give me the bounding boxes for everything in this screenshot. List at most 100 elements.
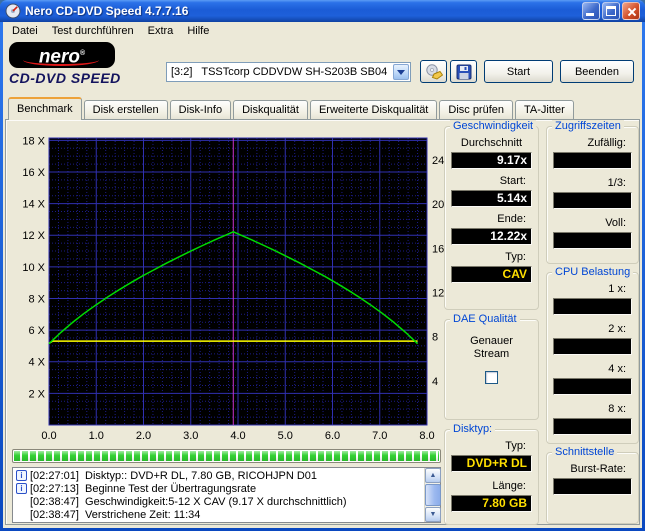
drive-selector-dropdown-button[interactable] [393, 64, 409, 80]
close-button[interactable] [622, 2, 640, 20]
tab-diskqualit-t[interactable]: Diskqualität [233, 100, 308, 119]
tab-erweiterte-diskqualit-t[interactable]: Erweiterte Diskqualität [309, 100, 438, 119]
scroll-up-button[interactable]: ▲ [425, 468, 441, 483]
x-tick: 7.0 [372, 430, 387, 442]
access-row-label: Voll: [605, 217, 626, 229]
tab-strip: Benchmark Disk erstellen Disk-Info Diskqual… [8, 96, 576, 120]
y-right-tick: 16 [432, 243, 444, 255]
speed-group-title: Geschwindigkeit [450, 120, 537, 133]
access-group-title: Zugriffszeiten [552, 120, 624, 133]
app-icon[interactable] [5, 3, 21, 19]
progress-bar [12, 449, 441, 463]
save-button[interactable] [450, 60, 477, 83]
dae-group-title: DAE Qualität [450, 313, 520, 326]
scroll-down-button[interactable]: ▼ [425, 507, 441, 522]
speed-row-value: 12.22x [451, 228, 532, 245]
header: nero® CD-DVD SPEED [3:2] TSSTcorp CDDVDW… [3, 40, 642, 97]
nero-logo: nero® CD-DVD SPEED [9, 42, 161, 86]
y-left-tick: 2 X [28, 388, 45, 400]
y-right-tick: 4 [432, 376, 438, 388]
x-tick: 1.0 [89, 430, 104, 442]
tab-ta-jitter[interactable]: TA-Jitter [515, 100, 574, 119]
minimize-button[interactable] [582, 2, 600, 20]
x-tick: 8.0 [419, 430, 434, 442]
info-icon: i [16, 483, 27, 494]
y-left-tick: 6 X [28, 325, 45, 337]
x-tick: 6.0 [325, 430, 340, 442]
speed-row-label: Ende: [497, 213, 526, 225]
speed-row-label: Typ: [505, 251, 526, 263]
y-left-tick: 14 X [22, 199, 45, 211]
interface-row-label: Burst-Rate: [570, 463, 626, 475]
log-line: i[02:38:47] Verstrichene Zeit: 11:34 [14, 508, 423, 521]
maximize-button[interactable] [602, 2, 620, 20]
drive-selector[interactable]: [3:2] TSSTcorp CDDVDW SH-S203B SB04 [166, 62, 411, 82]
speed-row-value: 5.14x [451, 190, 532, 207]
x-tick: 3.0 [183, 430, 198, 442]
menu-item-test-durchf-hren[interactable]: Test durchführen [45, 23, 141, 39]
menu-item-hilfe[interactable]: Hilfe [180, 23, 216, 39]
x-tick: 4.0 [230, 430, 245, 442]
accurate-stream-checkbox[interactable] [485, 371, 498, 384]
app-window: Nero CD-DVD Speed 4.7.7.16 Datei Test dur… [0, 0, 645, 531]
benchmark-chart: 2 X 4 X 6 X 8 X 10 X 12 X 14 X 16 X 18 X 4 8 12 16 20… [22, 135, 444, 442]
cpu-row-label: 8 x: [608, 403, 626, 415]
y-left-tick: 16 X [22, 167, 45, 179]
disc-row-label: Typ: [505, 440, 526, 452]
quit-button[interactable]: Beenden [560, 60, 634, 83]
log-listbox[interactable]: i [02:27:01] Disktyp:: DVD+R DL, 7.80 GB,… [12, 467, 441, 523]
tab-benchmark[interactable]: Benchmark [8, 97, 82, 120]
speed-row-label: Start: [499, 175, 526, 187]
disc-type-group: Disktyp: Typ: DVD+R DL Länge: 7.80 GB [444, 423, 539, 525]
log-text: [02:27:01] Disktyp:: DVD+R DL, 7.80 GB, … [30, 469, 318, 482]
chevron-down-icon [397, 69, 405, 75]
tab-disk-info[interactable]: Disk-Info [169, 100, 232, 119]
speedometer-disc-icon [5, 3, 21, 19]
y-left-tick: 10 X [22, 262, 45, 274]
info-icon: i [16, 470, 27, 481]
eject-disc-button[interactable] [420, 60, 447, 83]
menu-bar: Datei Test durchführen Extra Hilfe [3, 22, 642, 40]
maximize-icon [606, 6, 616, 16]
cpu-row-label: 1 x: [608, 283, 626, 295]
scroll-up-icon: ▲ [429, 472, 437, 479]
cpu-row-value [553, 338, 632, 355]
minimize-icon [586, 13, 594, 16]
close-icon [623, 3, 639, 19]
access-row-value [553, 192, 632, 209]
interface-group-title: Schnittstelle [552, 446, 618, 459]
start-button[interactable]: Start [484, 60, 553, 83]
y-left-tick: 8 X [28, 293, 45, 305]
interface-row-value [553, 478, 632, 495]
speed-row-label: Durchschnitt [460, 137, 523, 149]
x-tick: 2.0 [136, 430, 151, 442]
access-row-label: 1/3: [607, 177, 626, 189]
x-tick: 5.0 [278, 430, 293, 442]
menu-item-extra[interactable]: Extra [141, 23, 181, 39]
cpu-row-value [553, 298, 632, 315]
logo-product: CD-DVD SPEED [9, 70, 121, 86]
cpu-group-title: CPU Belastung [552, 266, 634, 279]
tab-disc-pr-fen[interactable]: Disc prüfen [439, 100, 514, 119]
y-right-tick: 24 [432, 155, 444, 167]
window-controls [582, 2, 640, 20]
x-tick: 0.0 [41, 430, 56, 442]
scroll-thumb[interactable] [425, 484, 441, 506]
access-times-group: Zugriffszeiten Zufällig: 1/3: Voll: [546, 120, 639, 264]
log-scrollbar[interactable]: ▲ ▼ [424, 468, 441, 522]
log-line: i[02:38:47] Geschwindigkeit:5-12 X CAV (… [14, 495, 423, 508]
cpu-row-value [553, 378, 632, 395]
drive-selector-value: [3:2] TSSTcorp CDDVDW SH-S203B SB04 [171, 66, 388, 78]
log-text: [02:38:47] Geschwindigkeit:5-12 X CAV (9… [30, 495, 347, 508]
window-title: Nero CD-DVD Speed 4.7.7.16 [25, 4, 189, 18]
access-row-value [553, 152, 632, 169]
y-left-tick: 18 X [22, 135, 45, 147]
menu-item-datei[interactable]: Datei [5, 23, 45, 39]
nero-brand-badge: nero® [9, 42, 115, 68]
middle-panel-column: Geschwindigkeit Durchschnitt 9.17x Start: 5… [444, 120, 539, 531]
right-panel-column: Zugriffszeiten Zufällig: 1/3: Voll: CPU Be… [546, 120, 639, 531]
y-right-tick: 12 [432, 288, 444, 300]
disc-row-value: 7.80 GB [451, 495, 532, 512]
tab-disk-erstellen[interactable]: Disk erstellen [83, 100, 168, 119]
dae-quality-group: DAE Qualität Genauer Stream [444, 313, 539, 420]
